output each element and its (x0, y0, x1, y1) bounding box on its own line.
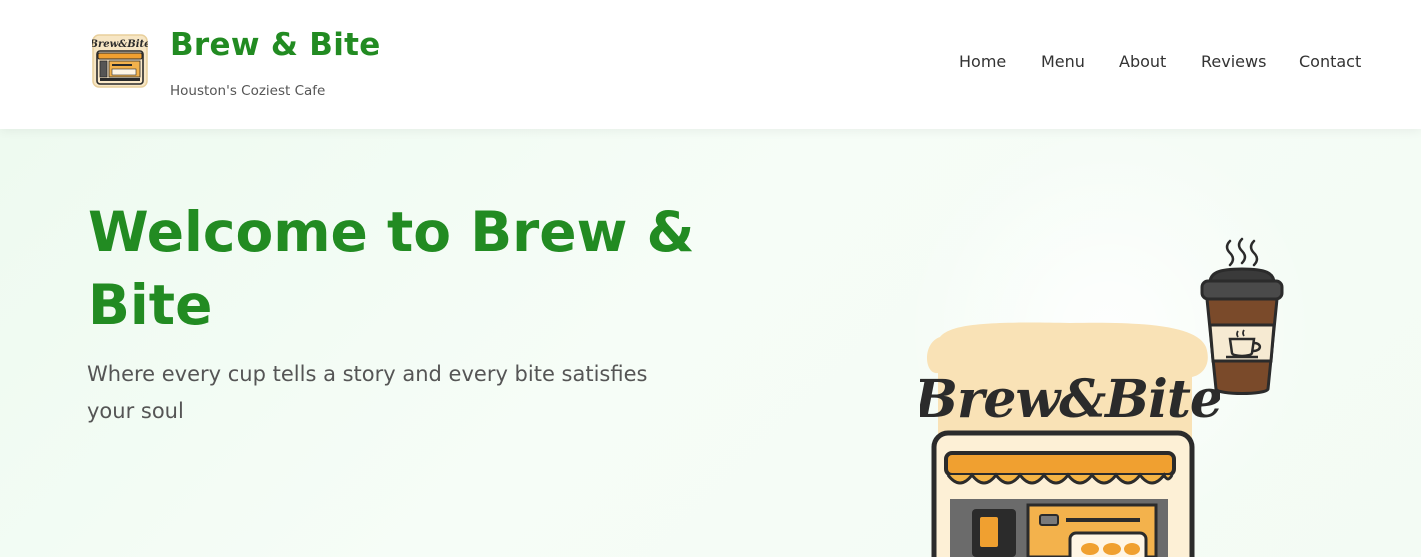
nav-about-link[interactable]: About (1119, 52, 1166, 71)
svg-text:Brew&Bite: Brew&Bite (92, 39, 148, 50)
cafe-logo-icon[interactable]: Brew&Bite (92, 34, 148, 88)
storefront-icon: Brew&Bite (920, 322, 1220, 557)
nav-menu-link[interactable]: Menu (1041, 52, 1085, 71)
steam-icon (1225, 237, 1259, 267)
coffee-cup-icon (1200, 237, 1284, 395)
nav-home-link[interactable]: Home (959, 52, 1006, 71)
illustration-brand-text: Brew&Bite (920, 369, 1220, 430)
site-header: Brew&Bite Brew & Bite Houston's Coziest … (0, 0, 1421, 129)
hero-title: Welcome to Brew & Bite (88, 200, 695, 337)
hero-subtitle: Where every cup tells a story and every … (87, 362, 648, 423)
brand-tagline: Houston's Coziest Cafe (170, 83, 326, 99)
brand-name[interactable]: Brew & Bite (170, 27, 381, 63)
nav-reviews-link[interactable]: Reviews (1201, 52, 1266, 71)
nav-contact-link[interactable]: Contact (1299, 52, 1361, 71)
